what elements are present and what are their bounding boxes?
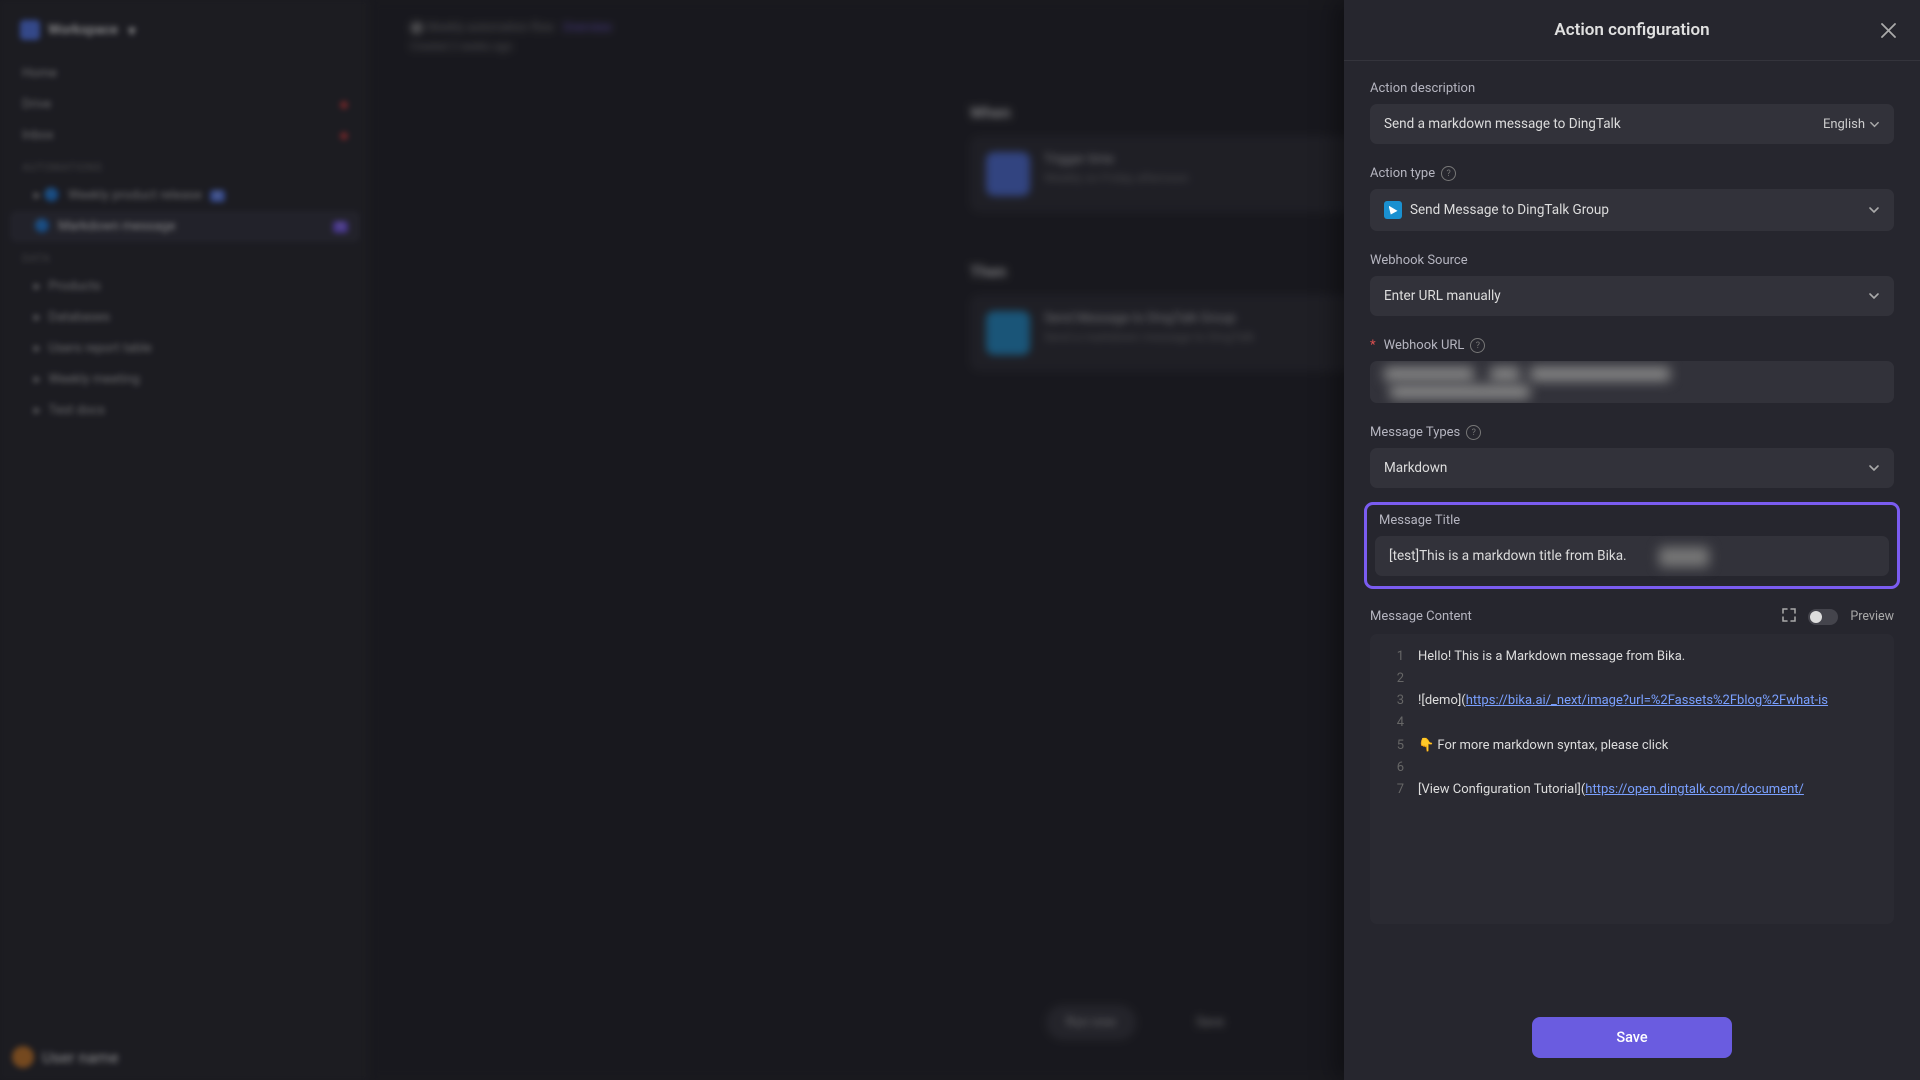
sidebar-user[interactable]: User name — [12, 1046, 119, 1068]
highlight-message-title: Message Title — [1364, 502, 1900, 589]
action-description-input[interactable] — [1384, 116, 1823, 132]
field-message-content: Message Content Preview 1Hello! This is … — [1370, 607, 1894, 924]
workspace-logo — [20, 20, 40, 40]
select-action-type[interactable]: Send Message to DingTalk Group — [1370, 189, 1894, 231]
input-webhook-url[interactable] — [1370, 361, 1894, 403]
language-value: English — [1823, 117, 1865, 132]
sidebar-item-drive[interactable]: Drive — [10, 89, 360, 120]
close-button[interactable] — [1876, 18, 1900, 42]
label-action-type: Action type ? — [1370, 166, 1894, 181]
chevron-down-icon: ▾ — [128, 21, 136, 40]
sidebar-item-home[interactable]: Home — [10, 58, 360, 89]
help-icon[interactable]: ? — [1470, 338, 1485, 353]
action-type-value: Send Message to DingTalk Group — [1410, 202, 1609, 218]
preview-label: Preview — [1850, 609, 1894, 624]
panel-title: Action configuration — [1554, 20, 1709, 40]
sidebar-item-data-4[interactable]: ▸ Test docs — [10, 395, 360, 426]
field-message-types: Message Types ? Markdown — [1370, 425, 1894, 488]
chevron-down-icon — [1868, 290, 1880, 302]
run-button[interactable]: Run now — [1046, 1005, 1136, 1040]
chevron-down-icon — [1868, 462, 1880, 474]
select-webhook-source[interactable]: Enter URL manually — [1370, 276, 1894, 316]
save-button[interactable]: Save — [1532, 1017, 1732, 1058]
message-title-input[interactable] — [1389, 548, 1875, 564]
sidebar-item-automation-2[interactable]: 🔵 Markdown message 1 — [10, 211, 360, 242]
expand-button[interactable] — [1782, 607, 1796, 626]
dingtalk-icon — [1384, 201, 1402, 219]
field-action-type: Action type ? Send Message to DingTalk G… — [1370, 166, 1894, 231]
sidebar-section-data: Data — [10, 242, 360, 271]
webhook-source-value: Enter URL manually — [1384, 288, 1501, 304]
help-icon[interactable]: ? — [1441, 166, 1456, 181]
card-title: Send Message to DingTalk Group — [1044, 311, 1254, 326]
sidebar-section-automations: Automations — [10, 151, 360, 180]
language-select[interactable]: English — [1823, 117, 1880, 132]
panel-footer: Save — [1344, 999, 1920, 1080]
label-webhook-source: Webhook Source — [1370, 253, 1894, 268]
close-icon — [1881, 23, 1896, 38]
card-subtitle: Send a markdown message to DingTalk — [1044, 330, 1254, 344]
sidebar-item-data-0[interactable]: ▸ Products — [10, 271, 360, 302]
card-subtitle: Weekly on Friday afternoon — [1044, 171, 1189, 185]
panel-body: Action description English Action type ?… — [1344, 61, 1920, 999]
avatar — [12, 1046, 34, 1068]
card-title: Trigger time — [1044, 152, 1189, 167]
input-message-title[interactable] — [1375, 536, 1889, 576]
panel-header: Action configuration — [1344, 0, 1920, 61]
message-content-editor[interactable]: 1Hello! This is a Markdown message from … — [1370, 634, 1894, 924]
sidebar-item-inbox[interactable]: Inbox — [10, 120, 360, 151]
message-types-value: Markdown — [1384, 460, 1447, 476]
sidebar-item-data-2[interactable]: ▸ Users report table — [10, 333, 360, 364]
workspace-switcher[interactable]: Workspace ▾ — [10, 14, 360, 46]
user-name: User name — [42, 1048, 119, 1067]
sidebar-item-data-3[interactable]: ▸ Weekly meeting — [10, 364, 360, 395]
dingtalk-icon — [986, 311, 1030, 355]
label-webhook-url: *Webhook URL ? — [1370, 338, 1894, 353]
sidebar: Workspace ▾ Home Drive Inbox Automations… — [0, 0, 370, 1080]
label-message-types: Message Types ? — [1370, 425, 1894, 440]
field-webhook-source: Webhook Source Enter URL manually — [1370, 253, 1894, 316]
preview-toggle[interactable] — [1808, 609, 1838, 625]
save-button-main[interactable]: Save — [1176, 1005, 1244, 1040]
field-webhook-url: *Webhook URL ? — [1370, 338, 1894, 403]
field-action-description: Action description English — [1370, 81, 1894, 144]
chevron-down-icon — [1868, 204, 1880, 216]
chevron-down-icon — [1869, 119, 1880, 130]
help-icon[interactable]: ? — [1466, 425, 1481, 440]
clock-icon — [986, 152, 1030, 196]
label-message-content: Message Content — [1370, 609, 1472, 624]
workspace-name: Workspace — [48, 22, 118, 38]
label-action-description: Action description — [1370, 81, 1894, 96]
sidebar-item-data-1[interactable]: ▸ Databases — [10, 302, 360, 333]
action-config-panel: Action configuration Action description … — [1344, 0, 1920, 1080]
input-action-description[interactable]: English — [1370, 104, 1894, 144]
select-message-types[interactable]: Markdown — [1370, 448, 1894, 488]
label-message-title: Message Title — [1367, 513, 1897, 528]
expand-icon — [1782, 608, 1796, 622]
sidebar-item-automation-1[interactable]: ▸ 🔵 Weekly product release 2 — [10, 180, 360, 211]
